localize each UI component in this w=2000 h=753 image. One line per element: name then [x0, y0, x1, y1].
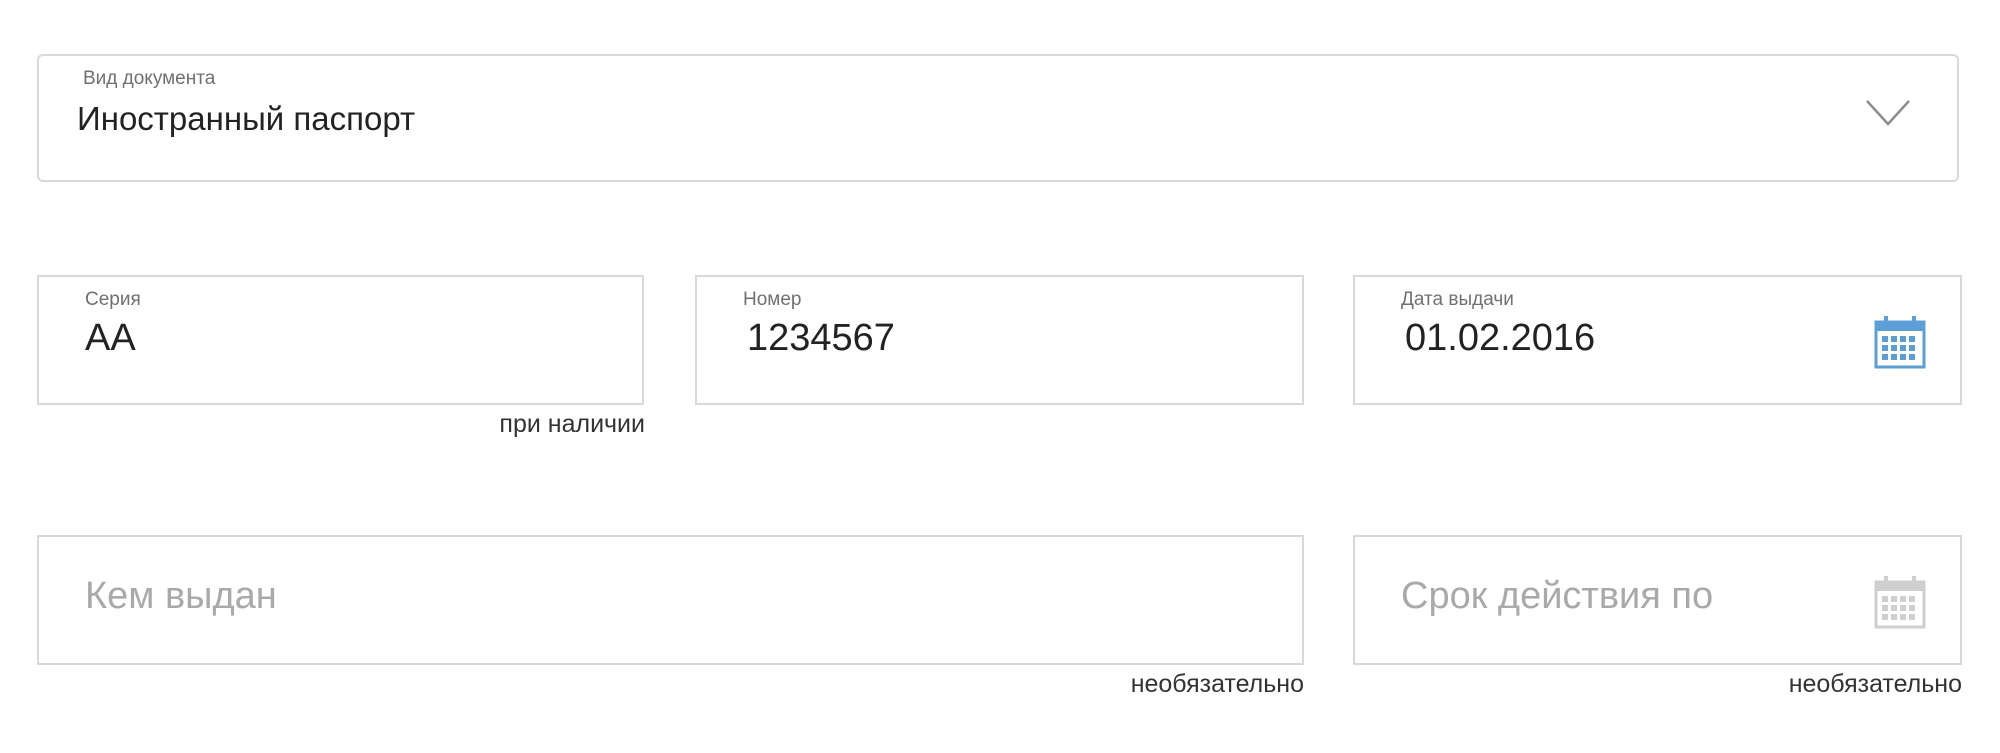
valid-until-hint: необязательно [1788, 670, 1962, 698]
document-type-value: Иностранный паспорт [77, 100, 416, 137]
number-label: Номер [743, 289, 802, 310]
document-form: { "document_type": { "label": "Вид докум… [0, 0, 2000, 753]
issued-by-field[interactable]: Кем выдан [37, 535, 1304, 665]
chevron-down-icon[interactable] [1865, 98, 1911, 128]
document-type-label: Вид документа [83, 68, 216, 89]
issued-by-hint: необязательно [1130, 670, 1304, 698]
issue-date-value: 01.02.2016 [1405, 317, 1596, 359]
series-label: Серия [85, 289, 141, 310]
series-value: АА [85, 317, 136, 359]
issue-date-label: Дата выдачи [1401, 289, 1514, 310]
issue-date-field[interactable]: Дата выдачи 01.02.2016 [1353, 275, 1962, 405]
calendar-icon[interactable] [1874, 575, 1926, 629]
number-value: 1234567 [747, 317, 895, 359]
valid-until-input[interactable]: Срок действия по [1401, 575, 1713, 618]
document-type-select[interactable]: Вид документа Иностранный паспорт [37, 54, 1959, 182]
series-field[interactable]: Серия АА [37, 275, 644, 405]
series-hint: при наличии [499, 410, 645, 438]
issued-by-input[interactable]: Кем выдан [85, 575, 277, 618]
calendar-icon[interactable] [1874, 315, 1926, 369]
number-field[interactable]: Номер 1234567 [695, 275, 1304, 405]
valid-until-field[interactable]: Срок действия по [1353, 535, 1962, 665]
